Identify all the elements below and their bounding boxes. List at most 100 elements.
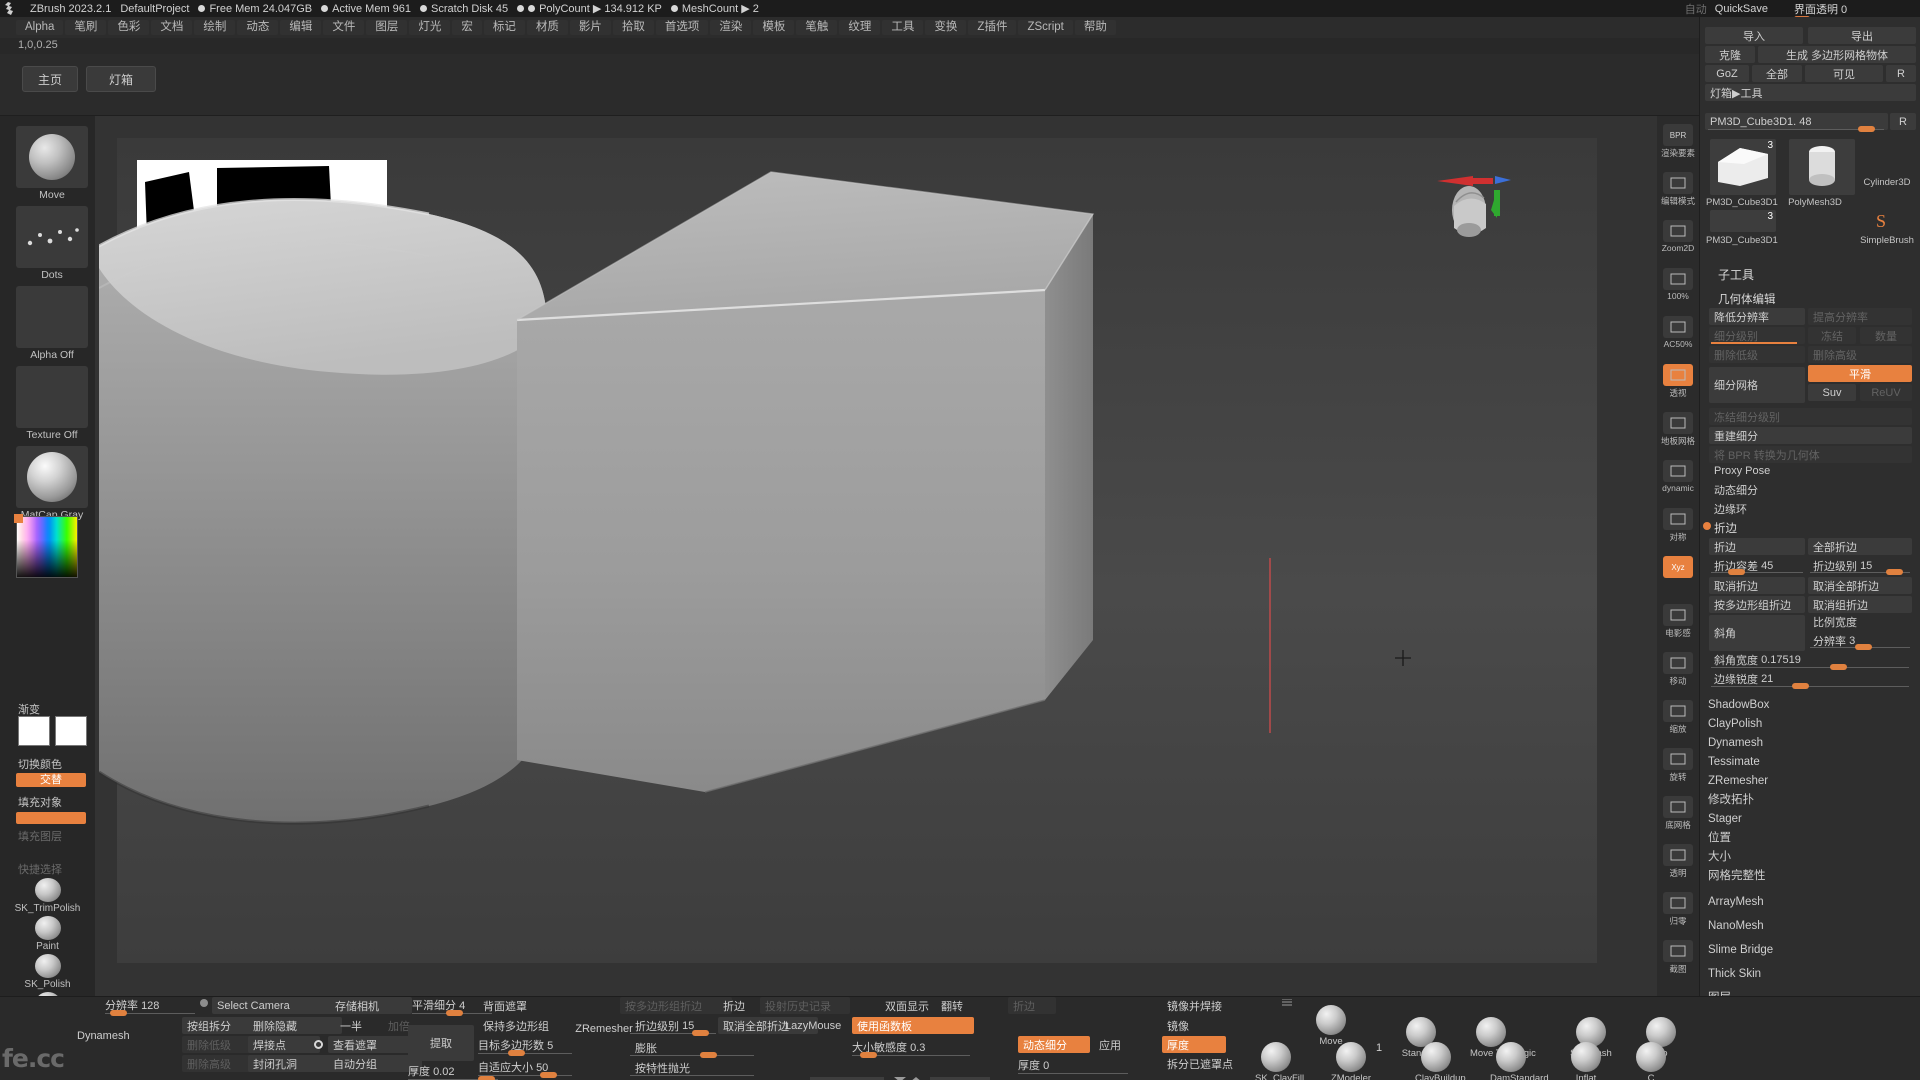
dynamesh-button[interactable]: Dynamesh <box>72 1027 158 1044</box>
current-material-slot[interactable]: MatCap Gray <box>16 446 88 521</box>
adaptive-size-knob[interactable] <box>540 1072 557 1078</box>
crease-tolerance-knob[interactable] <box>1728 569 1745 575</box>
right-section-7[interactable]: 位置 <box>1708 828 1913 848</box>
bottom-brush-8[interactable]: DamStandard <box>1490 1042 1549 1080</box>
quick-brush-2[interactable]: SK_Polish <box>0 954 95 990</box>
extract-thickness-slider[interactable]: 厚度 0.02 <box>408 1063 454 1080</box>
menu-item-2[interactable]: 色彩 <box>108 20 150 35</box>
right-section2-2[interactable]: Slime Bridge <box>1708 940 1913 960</box>
inflate-knob[interactable] <box>700 1052 717 1058</box>
menu-item-15[interactable]: 首选项 <box>655 20 709 35</box>
right-section2-0[interactable]: ArrayMesh <box>1708 892 1913 912</box>
rail-button-5[interactable] <box>1663 364 1693 386</box>
mirror-weld-button[interactable]: 镜像并焊接 <box>1162 997 1252 1014</box>
bevel-button[interactable]: 斜角 <box>1709 615 1805 651</box>
stat-polycount[interactable]: PolyCount ▶ 134.912 KP <box>517 2 662 15</box>
rail-button-8[interactable] <box>1663 508 1693 530</box>
weld-points-radio[interactable] <box>314 1040 323 1049</box>
rail-button-2[interactable] <box>1663 220 1693 242</box>
right-section-1[interactable]: ClayPolish <box>1708 714 1913 734</box>
bottom-brush-6[interactable]: ZModeler <box>1330 1042 1372 1080</box>
menu-item-6[interactable]: 编辑 <box>280 20 322 35</box>
suv-toggle[interactable]: Suv <box>1808 384 1856 401</box>
rail-button-9[interactable]: Xyz <box>1663 556 1693 578</box>
quick-brush-1[interactable]: Paint <box>0 916 95 952</box>
color-picker-marker[interactable] <box>14 514 23 523</box>
menu-item-19[interactable]: 纹理 <box>839 20 881 35</box>
canvas-scroll-strip[interactable] <box>810 1071 990 1080</box>
apply-button[interactable]: 应用 <box>1094 1036 1142 1053</box>
bottom-brush-9[interactable]: Inflat <box>1565 1042 1607 1080</box>
backface-mask-button[interactable]: 背面遮罩 <box>478 997 566 1014</box>
rail-button-0[interactable]: BPR <box>1663 124 1693 146</box>
menu-item-24[interactable]: 帮助 <box>1074 20 1116 35</box>
rail-button-4[interactable] <box>1663 316 1693 338</box>
crease-polygroups-button[interactable]: 按多边形组折边 <box>1709 596 1805 613</box>
color-picker[interactable] <box>14 514 78 578</box>
rail-button-16[interactable] <box>1663 892 1693 914</box>
current-stroke-thumbnail[interactable] <box>16 206 88 268</box>
menu-item-8[interactable]: 图层 <box>366 20 408 35</box>
extract-button[interactable]: 提取 <box>408 1025 474 1061</box>
export-button[interactable]: 导出 <box>1808 27 1916 44</box>
primary-color-swatch[interactable] <box>18 716 50 746</box>
tool-thumb-cylinder3d[interactable] <box>1789 139 1855 195</box>
menu-item-5[interactable]: 动态 <box>237 20 279 35</box>
right-section-4[interactable]: ZRemesher <box>1708 771 1913 791</box>
simplebrush-thumb-icon[interactable]: S <box>1870 209 1892 231</box>
subtool-header[interactable]: 子工具 <box>1718 266 1754 283</box>
geometry-header[interactable]: 几何体编辑 <box>1718 291 1776 307</box>
menu-item-9[interactable]: 灯光 <box>409 20 451 35</box>
edge-sharpness-track[interactable] <box>1711 686 1909 687</box>
crease-level-bottom-knob[interactable] <box>692 1030 709 1036</box>
menu-item-0[interactable]: Alpha <box>16 20 64 35</box>
viewport[interactable] <box>95 116 1657 996</box>
home-button[interactable]: 主页 <box>22 66 78 92</box>
current-stroke-slot[interactable]: Dots <box>16 206 88 281</box>
right-section-3[interactable]: Tessimate <box>1708 752 1913 772</box>
bottom-brush-10[interactable]: C <box>1630 1042 1672 1080</box>
shelf-collapse-icon[interactable] <box>1282 994 1292 1006</box>
rail-button-12[interactable] <box>1663 700 1693 722</box>
rail-button-7[interactable] <box>1663 460 1693 482</box>
inflate-slider[interactable]: 膨胀 <box>630 1039 700 1056</box>
main-cube-mesh[interactable] <box>515 170 1095 810</box>
thickness2-track[interactable] <box>1018 1073 1128 1074</box>
target-polygons-track[interactable] <box>478 1053 572 1054</box>
menu-item-1[interactable]: 笔刷 <box>65 20 107 35</box>
quicksave-button[interactable]: QuickSave <box>1715 3 1768 15</box>
navigation-gizmo-icon[interactable] <box>1437 166 1547 266</box>
goz-visible-button[interactable]: 可见 <box>1805 65 1883 82</box>
navigation-gizmo[interactable] <box>1437 166 1537 256</box>
goz-button[interactable]: GoZ <box>1705 65 1749 82</box>
dynamesh-resolution-knob[interactable] <box>110 1010 127 1016</box>
current-brush-thumbnail[interactable] <box>16 126 88 188</box>
rail-button-1[interactable] <box>1663 172 1693 194</box>
switch-color-button[interactable]: 切换颜色 <box>18 756 62 772</box>
current-alpha-thumbnail[interactable] <box>16 286 88 348</box>
crease-level-knob[interactable] <box>1886 569 1903 575</box>
target-polygons-knob[interactable] <box>508 1050 525 1056</box>
make-polymesh3d-button[interactable]: 生成 多边形网格物体 <box>1758 46 1916 63</box>
current-brush-slot[interactable]: Move <box>16 126 88 201</box>
adaptive-size-track[interactable] <box>478 1075 572 1076</box>
tool-thumb-pm3d-cube3d1-b[interactable]: 3 <box>1710 210 1776 232</box>
menu-item-23[interactable]: ZScript <box>1018 20 1073 35</box>
clone-button[interactable]: 克隆 <box>1705 46 1755 63</box>
crease-button[interactable]: 折边 <box>1709 538 1805 555</box>
right-section2-3[interactable]: Thick Skin <box>1708 964 1913 984</box>
right-section-8[interactable]: 大小 <box>1708 847 1913 867</box>
alternate-button[interactable]: 交替 <box>16 773 86 787</box>
goz-all-button[interactable]: 全部 <box>1752 65 1802 82</box>
current-material-thumbnail[interactable] <box>16 446 88 508</box>
right-section2-1[interactable]: NanoMesh <box>1708 916 1913 936</box>
crease-bottom-button[interactable]: 折边 <box>718 997 758 1014</box>
crease-all-button[interactable]: 全部折边 <box>1808 538 1912 555</box>
bevel-width-slider[interactable]: 斜角宽度 0.17519 <box>1709 651 1912 668</box>
menu-item-17[interactable]: 模板 <box>753 20 795 35</box>
current-tool-knob[interactable] <box>1858 126 1875 132</box>
import-button[interactable]: 导入 <box>1705 27 1803 44</box>
goz-r-button[interactable]: R <box>1886 65 1916 82</box>
menu-item-3[interactable]: 文档 <box>151 20 193 35</box>
menu-item-10[interactable]: 宏 <box>452 20 482 35</box>
